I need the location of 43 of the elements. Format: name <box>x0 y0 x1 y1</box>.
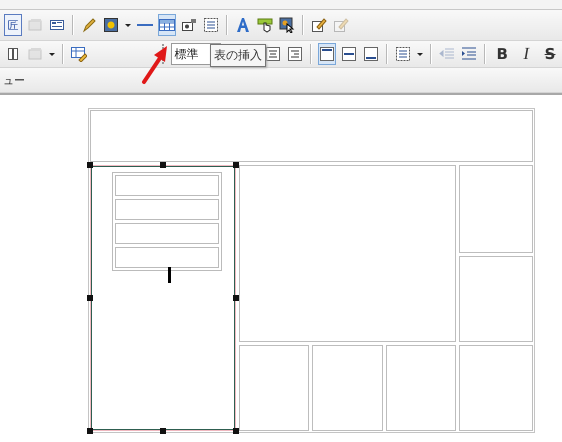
resize-handle[interactable] <box>233 428 239 434</box>
caret-icon <box>125 24 131 26</box>
window-icon <box>27 46 43 62</box>
text-cursor <box>168 267 171 283</box>
panel-icon <box>49 17 65 33</box>
align-middle-icon <box>341 46 358 62</box>
table-icon <box>159 17 175 33</box>
image-pointer-icon <box>279 17 295 33</box>
resize-handle[interactable] <box>87 162 93 168</box>
pencil-icon <box>81 17 97 33</box>
list-icon <box>203 17 219 33</box>
toolbar-button[interactable]: 匠 <box>4 14 22 36</box>
toolbar-button[interactable] <box>318 43 336 65</box>
tooltip: 表の挿入 <box>210 44 266 67</box>
align-center-icon <box>265 46 282 62</box>
bold-button[interactable]: B <box>492 43 512 65</box>
resize-handle[interactable] <box>160 162 166 168</box>
edit-layer-icon <box>311 17 327 33</box>
columns-icon <box>5 46 21 62</box>
align-right-icon <box>287 46 304 62</box>
pointer-arrow <box>142 46 167 84</box>
list-icon <box>395 46 412 62</box>
caret-icon <box>417 52 424 56</box>
resize-handle[interactable] <box>160 428 166 434</box>
indent-icon <box>461 46 478 62</box>
resize-handle[interactable] <box>233 295 239 301</box>
edit-layer-icon <box>333 17 349 33</box>
resize-handle[interactable] <box>87 295 93 301</box>
caret-icon <box>49 52 55 56</box>
window-icon <box>27 17 43 33</box>
form-icon <box>181 17 197 33</box>
letter-a-icon <box>235 17 251 33</box>
view-label: ュー <box>2 72 25 88</box>
strikethrough-button[interactable]: S <box>540 43 560 65</box>
image-icon <box>103 17 119 33</box>
align-bottom-icon <box>363 46 380 62</box>
resize-handle[interactable] <box>233 162 239 168</box>
table-edit-icon <box>71 46 87 62</box>
hand-pointer-icon <box>257 17 273 33</box>
italic-button[interactable]: I <box>516 43 536 65</box>
horizontal-line-icon <box>137 24 153 26</box>
resize-handle[interactable] <box>87 428 93 434</box>
align-top-icon <box>319 46 336 62</box>
